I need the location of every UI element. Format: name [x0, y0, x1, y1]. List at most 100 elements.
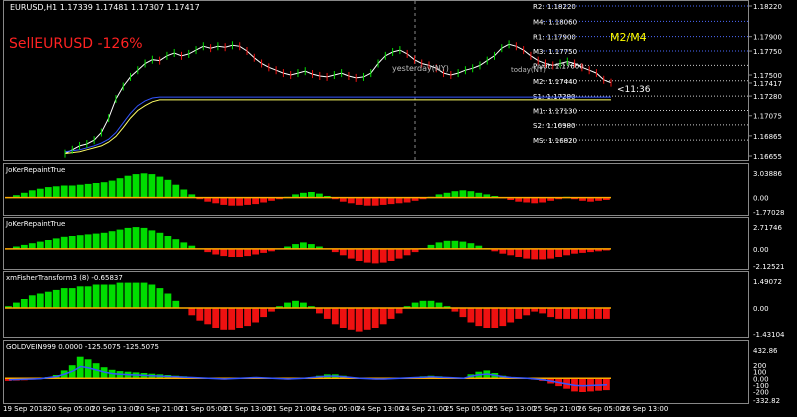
yesterday-label: yesterday(NY) [392, 64, 449, 73]
histogram-bar [467, 191, 475, 198]
histogram-bar [28, 295, 36, 308]
x-tick-label: 21 Sep 21:00 [268, 405, 315, 413]
y-tick-label: -200 [753, 388, 769, 396]
histogram-bar [132, 282, 140, 308]
candle-timer: <11:36 [617, 85, 651, 95]
histogram-bar [164, 179, 172, 198]
joker-panel-2: JoKerRepaintTrue 2.71746 0.00 -2.12521 [3, 217, 797, 271]
histogram-bar [443, 240, 451, 249]
histogram-bar [555, 308, 562, 319]
histogram-bar [395, 197, 403, 204]
pivot-label: R1: 1.17900 [533, 34, 576, 42]
y-tick-label: 1.17500 [753, 72, 782, 80]
price-chart: R2: 1.18220 M4: 1.18060 R1: 1.17900 M3: 1.1… [3, 0, 782, 161]
histogram-bar [427, 300, 435, 309]
histogram-bar [563, 308, 570, 319]
histogram-bar [347, 197, 355, 204]
histogram-bar [228, 308, 236, 330]
x-tick-label: 24 Sep 13:00 [356, 405, 404, 413]
pivot-label: M2: 1.17440 [533, 78, 577, 86]
x-tick-label: 24 Sep 05:00 [312, 405, 360, 413]
x-tick-label: 24 Sep 21:00 [400, 405, 448, 413]
histogram-bar [355, 197, 363, 205]
histogram-bar [531, 197, 539, 204]
histogram-bar [108, 284, 116, 309]
histogram-bar [252, 197, 259, 205]
fisher-panel: xmFisherTransform3 (8) -0.65837 1.49072 0.… [3, 271, 797, 339]
x-tick-label: 20 Sep 05:00 [47, 405, 94, 413]
pivot-label: R2: 1.18220 [533, 3, 576, 11]
histogram-bar [587, 308, 594, 319]
today-label: today(NY) [511, 66, 546, 74]
histogram-bar [156, 176, 164, 198]
histogram-bar [60, 236, 68, 249]
x-tick-label: 25 Sep 05:00 [444, 405, 492, 413]
histogram-bar [76, 235, 84, 249]
joker-panel-1: JoKerRepaintTrue 3.03886 0.00 -1.77028 [3, 163, 797, 217]
histogram-bar [148, 230, 156, 249]
histogram-bar [124, 227, 132, 249]
histogram-bar [132, 227, 140, 249]
pivot-label: M1: 1.17130 [533, 107, 577, 115]
histogram-bar [124, 282, 132, 308]
histogram-bar [108, 180, 116, 198]
indicator-title: xmFisherTransform3 (8) -0.65837 [6, 274, 123, 282]
joker-histogram-2: JoKerRepaintTrue 2.71746 0.00 -2.12521 [3, 217, 784, 271]
histogram-bar [451, 191, 459, 198]
histogram-bar [156, 288, 164, 309]
histogram-bar [68, 288, 76, 309]
histogram-bar [228, 248, 236, 257]
histogram-bar [435, 242, 443, 249]
histogram-bar [188, 308, 196, 316]
histogram-bar [100, 284, 108, 309]
y-tick-label: -1.77028 [753, 209, 784, 216]
histogram-bar [76, 184, 84, 198]
histogram-bar [180, 189, 188, 198]
x-tick-label: 20 Sep 13:00 [91, 405, 139, 413]
histogram-bar [52, 238, 60, 249]
histogram-bar [228, 197, 236, 206]
goldvein-panel: GOLDVEIN999 0.0000 -125.5075 -125.5075 43… [3, 340, 797, 405]
histogram-bar [36, 241, 44, 249]
histogram-bar [52, 289, 60, 308]
y-tick-label: 2.71746 [753, 224, 782, 232]
histogram-bar [387, 197, 395, 205]
y-tick-label: 0.00 [753, 305, 769, 313]
histogram-bar [13, 302, 20, 308]
histogram-bar [339, 308, 347, 328]
histogram-bar [44, 291, 52, 308]
histogram-bar [387, 248, 395, 261]
histogram-bar [371, 197, 379, 206]
histogram-bar [204, 308, 212, 325]
histogram-bar [92, 233, 100, 249]
time-axis: 19 Sep 2018 20 Sep 05:00 20 Sep 13:00 20 Se… [3, 404, 748, 417]
histogram-bar [140, 227, 148, 249]
histogram-bar [172, 239, 180, 249]
histogram-bar [387, 308, 395, 319]
histogram-bar [379, 308, 387, 325]
histogram-bar [459, 241, 467, 249]
histogram-bar [76, 286, 84, 309]
histogram-bar [20, 299, 28, 309]
histogram-bar [132, 174, 140, 198]
histogram-bar [252, 308, 259, 323]
histogram-bar [124, 175, 132, 198]
x-tick-label: 21 Sep 05:00 [179, 405, 227, 413]
pivot-label: MS: 1.16820 [533, 137, 577, 145]
histogram-bar [284, 302, 291, 308]
joker-histogram-1: JoKerRepaintTrue 3.03886 0.00 -1.77028 [3, 163, 784, 217]
histogram-bar [220, 248, 228, 257]
histogram-bar [347, 308, 355, 330]
histogram-bar [148, 174, 156, 198]
histogram-bar [36, 293, 44, 308]
histogram-bar [355, 308, 363, 332]
histogram-bar [68, 236, 76, 249]
pivot-label: S2: 1.16980 [533, 122, 575, 130]
histogram-bar [164, 293, 172, 308]
histogram-bar [507, 248, 515, 256]
histogram-bar [100, 182, 108, 198]
histogram-bar [467, 243, 475, 249]
price-series-line [64, 99, 611, 155]
histogram-bar [499, 308, 507, 327]
x-tick-label: 20 Sep 21:00 [135, 405, 183, 413]
